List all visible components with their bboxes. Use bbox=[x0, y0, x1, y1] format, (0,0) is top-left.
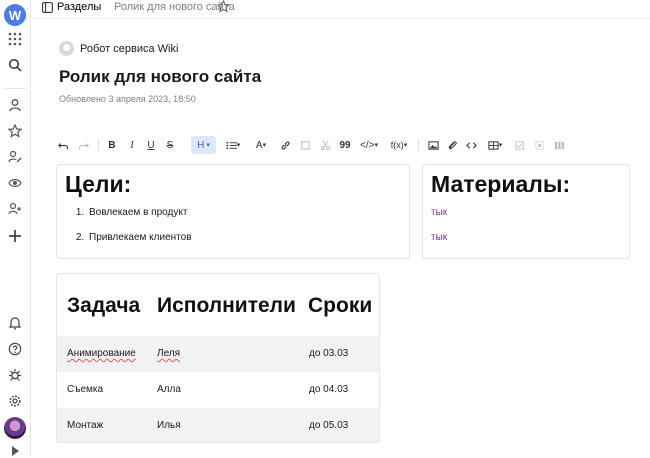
goals-list: Вовлекаем в продукт Привлекаем клиентов bbox=[87, 207, 192, 257]
code-dropdown[interactable]: </> ▾ bbox=[358, 136, 380, 154]
formula-label: f(x) bbox=[390, 140, 404, 150]
material-link[interactable]: тык bbox=[431, 232, 447, 243]
tasks-table[interactable]: Задача Исполнители Сроки Анимирование Ле… bbox=[56, 273, 380, 443]
author-avatar bbox=[59, 41, 74, 56]
heading-label: H bbox=[197, 139, 205, 151]
image-icon[interactable] bbox=[426, 136, 440, 154]
table-row[interactable]: Анимирование Леля до 03.03 bbox=[57, 336, 379, 372]
goals-block[interactable]: Цели: Вовлекаем в продукт Привлекаем кли… bbox=[56, 164, 410, 259]
expand-rail-icon[interactable] bbox=[7, 446, 23, 456]
attachment-icon[interactable] bbox=[445, 136, 459, 154]
profile-icon[interactable] bbox=[7, 97, 23, 113]
table-cell[interactable]: Алла bbox=[157, 384, 181, 395]
table-cell[interactable]: до 05.03 bbox=[309, 420, 348, 431]
sections-button[interactable]: Разделы bbox=[42, 1, 101, 13]
table-cell[interactable]: до 04.03 bbox=[309, 384, 348, 395]
columns-icon[interactable] bbox=[552, 136, 566, 154]
materials-links: тык тык bbox=[431, 207, 447, 257]
apps-grid-icon[interactable] bbox=[7, 31, 23, 47]
underline-button[interactable]: U bbox=[145, 136, 157, 154]
materials-heading: Материалы: bbox=[431, 171, 571, 197]
list-item[interactable]: Привлекаем клиентов bbox=[87, 232, 192, 243]
watch-eye-icon[interactable] bbox=[7, 175, 23, 191]
list-dropdown[interactable]: ▾ bbox=[222, 136, 244, 154]
table-dropdown[interactable]: ▾ bbox=[484, 136, 506, 154]
chevron-down-icon: ▾ bbox=[206, 142, 210, 149]
topbar-divider bbox=[32, 18, 650, 19]
user-avatar[interactable] bbox=[4, 417, 26, 439]
code-icon: </> bbox=[360, 139, 375, 151]
toolbar-separator bbox=[418, 139, 419, 151]
chevron-down-icon: ▾ bbox=[498, 142, 503, 149]
notifications-bell-icon[interactable] bbox=[7, 315, 23, 331]
text-color-label: A bbox=[255, 139, 263, 151]
sidebar-panel-icon bbox=[42, 1, 53, 13]
favorite-star-icon[interactable] bbox=[217, 0, 230, 13]
page-title: Ролик для нового сайта bbox=[59, 67, 262, 86]
strikethrough-button[interactable]: S bbox=[164, 136, 176, 154]
quote-button[interactable]: 99 bbox=[338, 136, 352, 154]
table-row[interactable]: Съемка Алла до 04.03 bbox=[57, 372, 379, 408]
column-header-assignees: Исполнители bbox=[157, 294, 296, 317]
search-icon[interactable] bbox=[7, 57, 23, 73]
chevron-down-icon: ▾ bbox=[403, 142, 408, 149]
heading-dropdown[interactable]: H ▾ bbox=[191, 136, 216, 154]
column-header-deadline: Сроки bbox=[308, 294, 373, 317]
wiki-logo[interactable]: W bbox=[4, 4, 26, 26]
checkbox-icon[interactable] bbox=[512, 136, 526, 154]
edit-user-icon[interactable] bbox=[7, 149, 23, 165]
editor-toolbar: B I U S H ▾ ▾ A ▾ 99 </> ▾ f(x) ▾ ▾ bbox=[56, 136, 636, 154]
bug-report-icon[interactable] bbox=[7, 367, 23, 383]
table-cell[interactable]: Монтаж bbox=[67, 420, 103, 431]
author-name: Робот сервиса Wiki bbox=[80, 42, 179, 55]
table-cell[interactable]: до 03.03 bbox=[309, 348, 348, 359]
chevron-down-icon: ▾ bbox=[262, 142, 267, 149]
scissors-icon[interactable] bbox=[318, 136, 332, 154]
sections-label: Разделы bbox=[57, 1, 102, 13]
list-item[interactable]: Вовлекаем в продукт bbox=[87, 207, 192, 218]
goals-heading: Цели: bbox=[65, 171, 132, 197]
rail-divider bbox=[4, 88, 26, 89]
table-cell[interactable]: Леля bbox=[157, 348, 180, 359]
chevron-down-icon: ▾ bbox=[236, 142, 241, 149]
chevron-down-icon: ▾ bbox=[374, 142, 378, 149]
page-author[interactable]: Робот сервиса Wiki bbox=[59, 41, 178, 56]
material-link[interactable]: тык bbox=[431, 207, 447, 218]
table-cell[interactable]: Илья bbox=[157, 420, 181, 431]
updated-timestamp: Обновлено 3 апреля 2023, 18:50 bbox=[59, 94, 196, 104]
frame-icon[interactable] bbox=[532, 136, 546, 154]
table-cell[interactable]: Съемка bbox=[67, 384, 103, 395]
table-row[interactable]: Монтаж Илья до 05.03 bbox=[57, 408, 379, 442]
create-plus-icon[interactable] bbox=[7, 228, 23, 244]
formula-dropdown[interactable]: f(x) ▾ bbox=[386, 136, 412, 154]
table-cell[interactable]: Анимирование bbox=[67, 348, 136, 359]
italic-button[interactable]: I bbox=[126, 136, 138, 154]
column-header-task: Задача bbox=[67, 294, 141, 317]
undo-icon[interactable] bbox=[56, 136, 70, 154]
materials-block[interactable]: Материалы: тык тык bbox=[422, 164, 630, 259]
help-icon[interactable] bbox=[7, 341, 23, 357]
bullet-list-icon bbox=[226, 141, 237, 149]
toolbar-separator bbox=[98, 139, 99, 151]
favorites-star-icon[interactable] bbox=[7, 123, 23, 139]
add-user-icon[interactable] bbox=[7, 201, 23, 217]
note-icon[interactable] bbox=[298, 136, 312, 154]
top-bar: Разделы Ролик для нового сайта bbox=[32, 0, 650, 16]
redo-icon[interactable] bbox=[76, 136, 90, 154]
embed-code-icon[interactable] bbox=[464, 136, 478, 154]
settings-gear-icon[interactable] bbox=[7, 393, 23, 409]
bold-button[interactable]: B bbox=[106, 136, 118, 154]
text-color-dropdown[interactable]: A ▾ bbox=[252, 136, 270, 154]
link-icon[interactable] bbox=[278, 136, 292, 154]
left-rail: W bbox=[0, 0, 31, 456]
table-icon bbox=[488, 140, 499, 150]
